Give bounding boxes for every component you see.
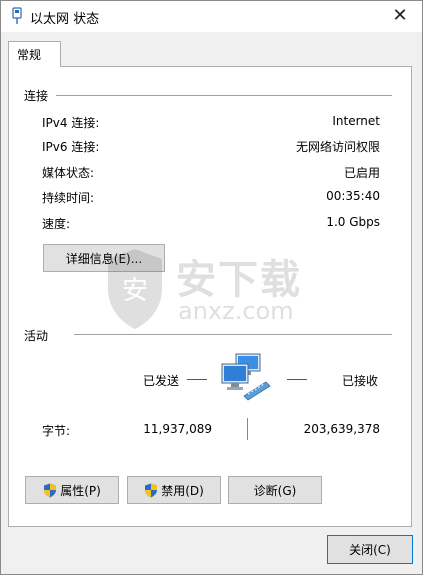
speed-label: 速度: bbox=[42, 217, 71, 231]
close-window-button[interactable]: ✕ bbox=[377, 0, 423, 32]
ipv6-value: 无网络访问权限 bbox=[295, 140, 380, 154]
diagnose-button-label: 诊断(G) bbox=[253, 483, 297, 498]
diagnose-button[interactable]: 诊断(G) bbox=[228, 476, 322, 504]
uac-shield-icon bbox=[44, 483, 57, 497]
disable-button[interactable]: 禁用(D) bbox=[127, 476, 221, 504]
connection-divider bbox=[56, 95, 392, 96]
ipv4-value: Internet bbox=[332, 114, 380, 128]
title-bar: 以太网 状态 ✕ bbox=[0, 0, 423, 32]
duration-value: 00:35:40 bbox=[326, 189, 380, 203]
sent-line bbox=[187, 379, 207, 380]
close-icon: ✕ bbox=[392, 5, 408, 26]
properties-button[interactable]: 属性(P) bbox=[25, 476, 119, 504]
general-panel bbox=[8, 66, 412, 527]
media-state-label: 媒体状态: bbox=[42, 166, 95, 180]
properties-button-label: 属性(P) bbox=[60, 483, 101, 498]
bytes-sent-value: 11,937,089 bbox=[143, 422, 212, 436]
close-button-label: 关闭(C) bbox=[349, 543, 391, 557]
window-title: 以太网 状态 bbox=[30, 12, 100, 27]
media-state-value: 已启用 bbox=[343, 166, 380, 180]
activity-header: 活动 bbox=[24, 327, 53, 344]
ipv6-label: IPv6 连接: bbox=[42, 140, 100, 154]
activity-divider bbox=[74, 334, 392, 335]
speed-value: 1.0 Gbps bbox=[326, 215, 380, 229]
bytes-separator bbox=[247, 418, 248, 440]
ethernet-connection-icon bbox=[12, 7, 22, 24]
ipv4-label: IPv4 连接: bbox=[42, 116, 100, 130]
tab-general-label: 常规 bbox=[17, 48, 42, 62]
bytes-received-value: 203,639,378 bbox=[303, 422, 380, 436]
received-label: 已接收 bbox=[342, 374, 379, 388]
sent-label: 已发送 bbox=[143, 374, 180, 388]
network-computers-icon bbox=[221, 353, 271, 401]
tab-general[interactable]: 常规 bbox=[8, 41, 61, 67]
close-button[interactable]: 关闭(C) bbox=[327, 535, 413, 564]
details-button[interactable]: 详细信息(E)... bbox=[43, 244, 165, 272]
disable-button-label: 禁用(D) bbox=[161, 483, 204, 498]
connection-header: 连接 bbox=[24, 87, 53, 104]
uac-shield-icon bbox=[145, 483, 158, 497]
received-line bbox=[287, 379, 307, 380]
details-button-label: 详细信息(E)... bbox=[65, 251, 143, 266]
duration-label: 持续时间: bbox=[42, 191, 95, 205]
bytes-label: 字节: bbox=[42, 424, 71, 438]
